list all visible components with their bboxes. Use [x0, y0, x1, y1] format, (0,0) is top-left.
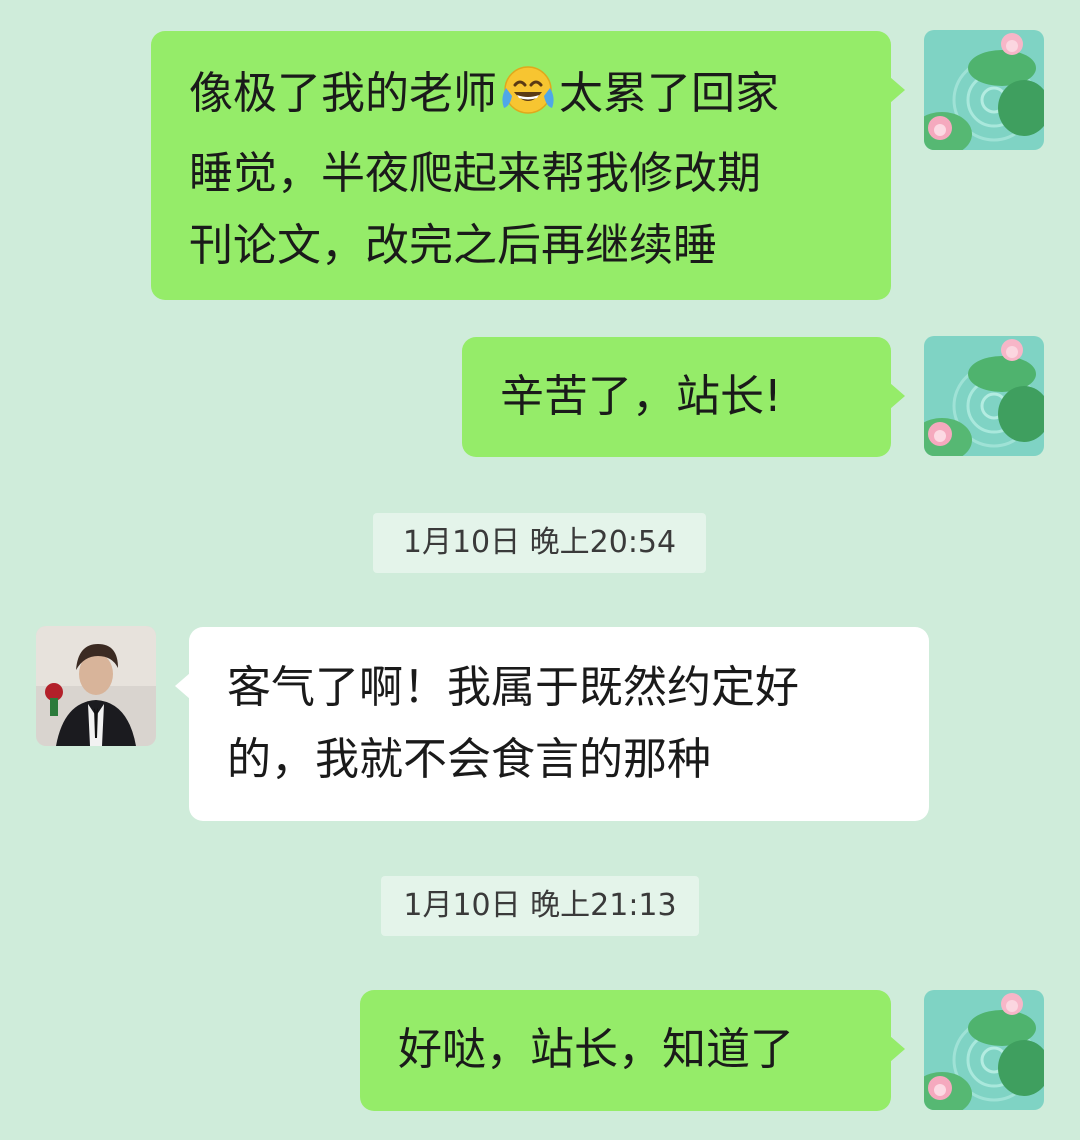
self-avatar[interactable]	[924, 990, 1044, 1110]
man-in-suit-avatar-icon	[36, 626, 156, 746]
message-line: 像极了我的老师 太累了回家	[189, 58, 861, 138]
lotus-pond-avatar-icon	[924, 336, 1044, 456]
lotus-pond-avatar-icon	[924, 30, 1044, 150]
message-bubble-self[interactable]: 辛苦了，站长!	[462, 337, 905, 457]
message-line: 睡觉，半夜爬起来帮我修改期	[189, 148, 761, 199]
message-line: 刊论文，改完之后再继续睡	[189, 220, 717, 271]
message-bubble-self[interactable]: 好哒，站长，知道了	[360, 990, 905, 1111]
contact-avatar[interactable]	[36, 626, 156, 746]
message-line: 客气了啊！我属于既然约定好	[227, 662, 799, 713]
self-avatar[interactable]	[924, 30, 1044, 150]
message-line: 的，我就不会食言的那种	[227, 734, 711, 785]
message-bubble-self[interactable]: 像极了我的老师 太累了回家 睡觉，半夜爬起来帮我修改期 刊论文，改完之后再继续睡	[151, 31, 905, 300]
message-bubble-other[interactable]: 客气了啊！我属于既然约定好 的，我就不会食言的那种	[175, 627, 929, 821]
face-with-tears-of-joy-emoji-icon	[499, 64, 557, 138]
timestamp: 1月10日 晚上21:13	[381, 876, 699, 936]
self-avatar[interactable]	[924, 336, 1044, 456]
lotus-pond-avatar-icon	[924, 990, 1044, 1110]
timestamp: 1月10日 晚上20:54	[373, 513, 706, 573]
message-text: 辛苦了，站长!	[500, 371, 782, 422]
message-text: 好哒，站长，知道了	[398, 1024, 794, 1075]
